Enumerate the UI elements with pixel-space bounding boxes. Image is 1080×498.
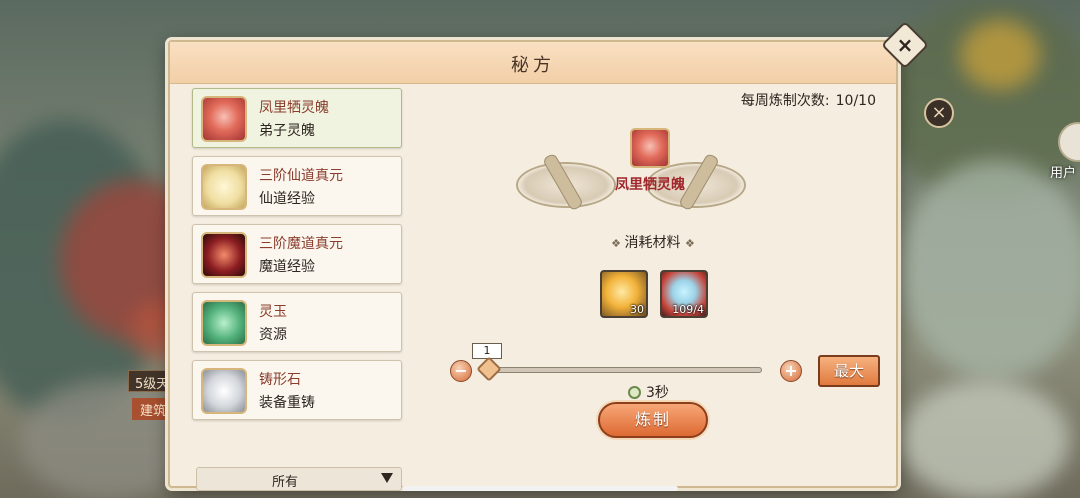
recipe-desc: 资源 (259, 327, 287, 343)
material-count: 109/4 (672, 303, 704, 316)
close-icon: × (896, 33, 914, 57)
recipe-desc: 弟子灵魄 (259, 123, 315, 139)
map-close-icon[interactable]: × (924, 98, 954, 128)
recipe-item[interactable]: 三阶仙道真元 仙道经验 (192, 156, 402, 216)
craft-time-value: 3秒 (646, 385, 669, 401)
materials-title-text: 消耗材料 (624, 235, 681, 251)
ornament-icon: ❖ (684, 237, 695, 250)
home-indicator[interactable] (402, 486, 678, 491)
material-count: 30 (630, 303, 644, 316)
recipe-desc: 仙道经验 (259, 191, 315, 207)
weekly-craft-count: 每周炼制次数: 10/10 (735, 90, 876, 110)
recipe-item[interactable]: 三阶魔道真元 魔道经验 (192, 224, 402, 284)
ornament-icon: ❖ (611, 237, 625, 250)
recipe-name: 凤里牺灵魄 (259, 100, 329, 116)
user-label[interactable]: 用户 (1050, 162, 1076, 181)
decrease-button[interactable]: − (450, 360, 472, 382)
stone-icon (201, 368, 247, 414)
slider-handle[interactable] (476, 356, 502, 382)
filter-label: 所有 (271, 475, 298, 490)
recipe-item[interactable]: 灵玉 资源 (192, 292, 402, 352)
materials-title: ❖ 消耗材料 ❖ (578, 232, 728, 252)
result-soul-icon[interactable] (630, 128, 670, 168)
weekly-label: 每周炼制次数: (740, 93, 830, 109)
recipe-desc: 装备重铸 (259, 395, 315, 411)
result-name: 凤里牺灵魄 (615, 177, 685, 193)
increase-button[interactable]: + (780, 360, 802, 382)
recipe-name: 三阶仙道真元 (259, 168, 343, 184)
mo-essence-icon (201, 232, 247, 278)
max-button[interactable]: 最大 (818, 355, 880, 387)
craft-time: 3秒 (628, 382, 669, 402)
dialog-header: 秘方 (170, 42, 896, 84)
weekly-value: 10/10 (835, 93, 876, 109)
dialog-title: 秘方 (511, 55, 555, 76)
recipe-dialog: 秘方 凤里牺灵魄 弟子灵魄 三阶仙道真元 仙道经验 三阶魔道真元 魔道经验 灵玉… (168, 40, 898, 491)
recipe-item[interactable]: 凤里牺灵魄 弟子灵魄 (192, 88, 402, 148)
recipe-name: 三阶魔道真元 (259, 236, 343, 252)
recipe-desc: 魔道经验 (259, 259, 315, 275)
xian-essence-icon (201, 164, 247, 210)
quantity-slider[interactable] (482, 367, 762, 373)
gold-orb-icon[interactable]: 30 (600, 270, 648, 318)
clock-icon (628, 386, 641, 399)
crystal-heart-icon[interactable]: 109/4 (660, 270, 708, 318)
craft-button[interactable]: 炼制 (598, 402, 708, 438)
recipe-list: 凤里牺灵魄 弟子灵魄 三阶仙道真元 仙道经验 三阶魔道真元 魔道经验 灵玉 资源… (192, 84, 410, 491)
recipe-name: 铸形石 (259, 372, 301, 388)
recipe-name: 灵玉 (259, 304, 287, 320)
jade-icon (201, 300, 247, 346)
soul-icon (201, 96, 247, 142)
recipe-item[interactable]: 铸形石 装备重铸 (192, 360, 402, 420)
chevron-down-icon (381, 473, 393, 483)
filter-dropdown[interactable]: 所有 (196, 467, 402, 491)
